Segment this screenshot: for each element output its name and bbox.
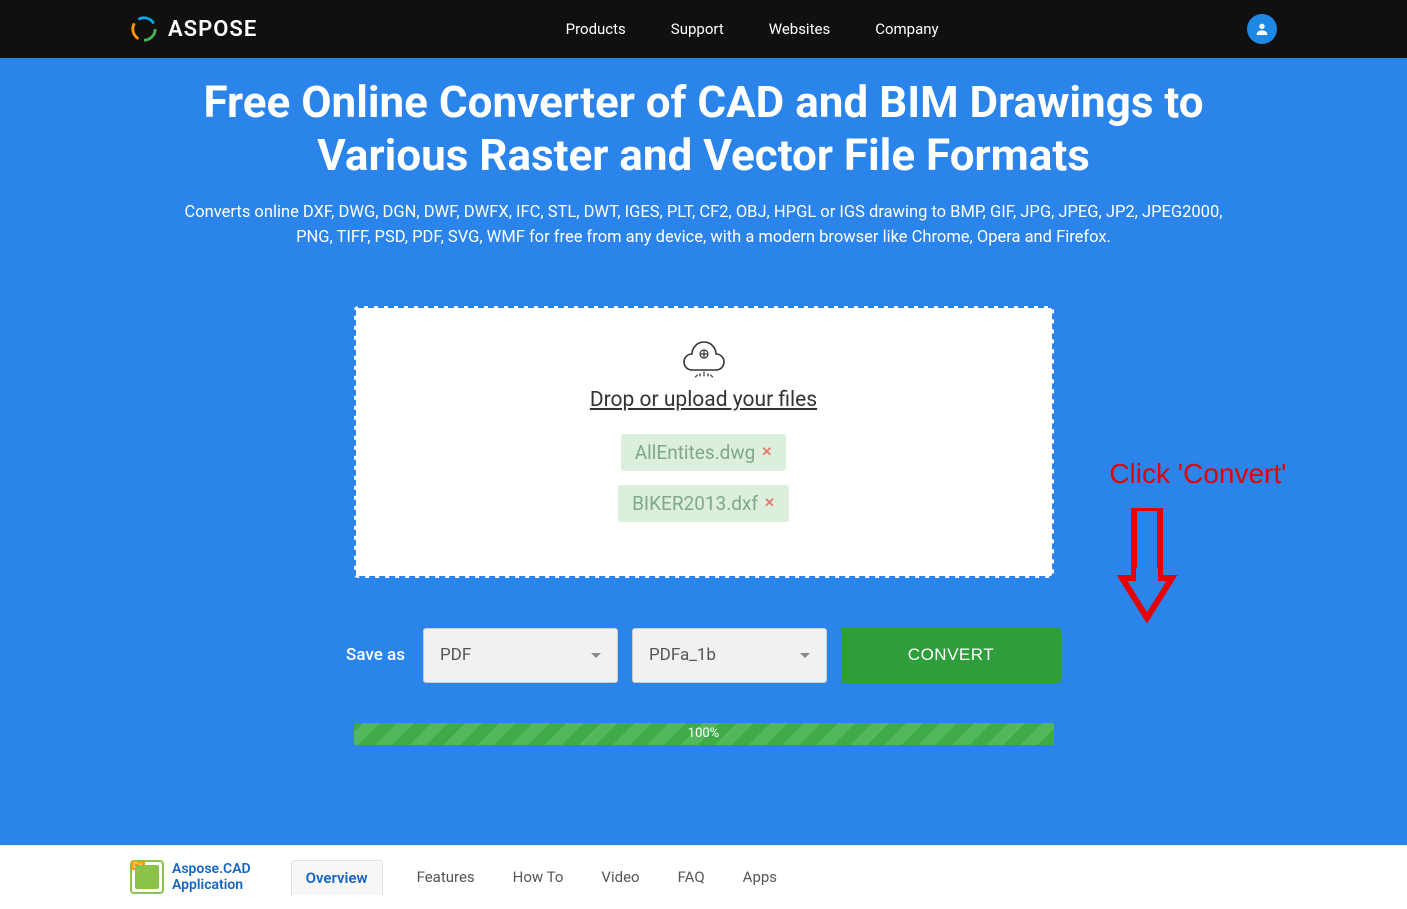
remove-file-icon[interactable]: ✕	[761, 445, 772, 460]
page-subtitle: Converts online DXF, DWG, DGN, DWF, DWFX…	[169, 200, 1239, 251]
remove-file-icon[interactable]: ✕	[764, 496, 775, 511]
brand-area[interactable]: ASPOSE	[130, 15, 257, 43]
dropzone-label[interactable]: Drop or upload your files	[590, 388, 817, 412]
top-nav: Products Support Websites Company	[566, 20, 939, 38]
dropzone[interactable]: Drop or upload your files AllEntites.dwg…	[354, 306, 1054, 578]
nav-company[interactable]: Company	[875, 20, 938, 38]
save-as-label: Save as	[346, 645, 405, 665]
tab-overview[interactable]: Overview	[291, 860, 383, 895]
tab-faq[interactable]: FAQ	[674, 860, 709, 895]
nav-products[interactable]: Products	[566, 20, 626, 38]
format-value: PDF	[440, 645, 471, 665]
subformat-select[interactable]: PDFa_1b	[632, 628, 827, 683]
hero-section: Free Online Converter of CAD and BIM Dra…	[0, 58, 1407, 845]
annotation-arrow-icon	[1112, 508, 1182, 628]
subformat-value: PDFa_1b	[649, 645, 716, 665]
tab-apps[interactable]: Apps	[739, 860, 781, 895]
upload-cloud-icon	[680, 338, 728, 378]
app-badge[interactable]: Ca Aspose.CAD Application	[130, 860, 251, 894]
controls-row: Save as PDF PDFa_1b CONVERT	[130, 628, 1277, 683]
app-icon: Ca	[130, 860, 164, 894]
progress-text: 100%	[688, 726, 719, 741]
progress-bar: 100%	[354, 723, 1054, 745]
topbar: ASPOSE Products Support Websites Company	[0, 0, 1407, 58]
aspose-logo-icon	[130, 15, 158, 43]
chevron-down-icon	[591, 653, 601, 658]
footer-nav: Ca Aspose.CAD Application Overview Featu…	[0, 845, 1407, 909]
nav-support[interactable]: Support	[671, 20, 724, 38]
brand-text: ASPOSE	[168, 17, 257, 42]
file-chip-1: BIKER2013.dxf ✕	[618, 485, 789, 522]
file-name: BIKER2013.dxf	[632, 492, 758, 515]
app-title: Aspose.CAD	[172, 861, 251, 877]
nav-websites[interactable]: Websites	[769, 20, 830, 38]
app-title-block: Aspose.CAD Application	[172, 861, 251, 893]
app-sub: Application	[172, 877, 251, 893]
annotation-text: Click 'Convert'	[1109, 458, 1286, 490]
footer-tabs: Overview Features How To Video FAQ Apps	[291, 860, 781, 895]
user-icon	[1254, 21, 1270, 37]
convert-button[interactable]: CONVERT	[841, 628, 1061, 683]
chevron-down-icon	[800, 653, 810, 658]
account-button[interactable]	[1247, 14, 1277, 44]
page-title: Free Online Converter of CAD and BIM Dra…	[130, 76, 1277, 182]
tab-features[interactable]: Features	[413, 860, 479, 895]
format-select[interactable]: PDF	[423, 628, 618, 683]
tab-video[interactable]: Video	[597, 860, 643, 895]
tab-howto[interactable]: How To	[509, 860, 568, 895]
file-name: AllEntites.dwg	[635, 441, 756, 464]
file-chip-0: AllEntites.dwg ✕	[621, 434, 786, 471]
